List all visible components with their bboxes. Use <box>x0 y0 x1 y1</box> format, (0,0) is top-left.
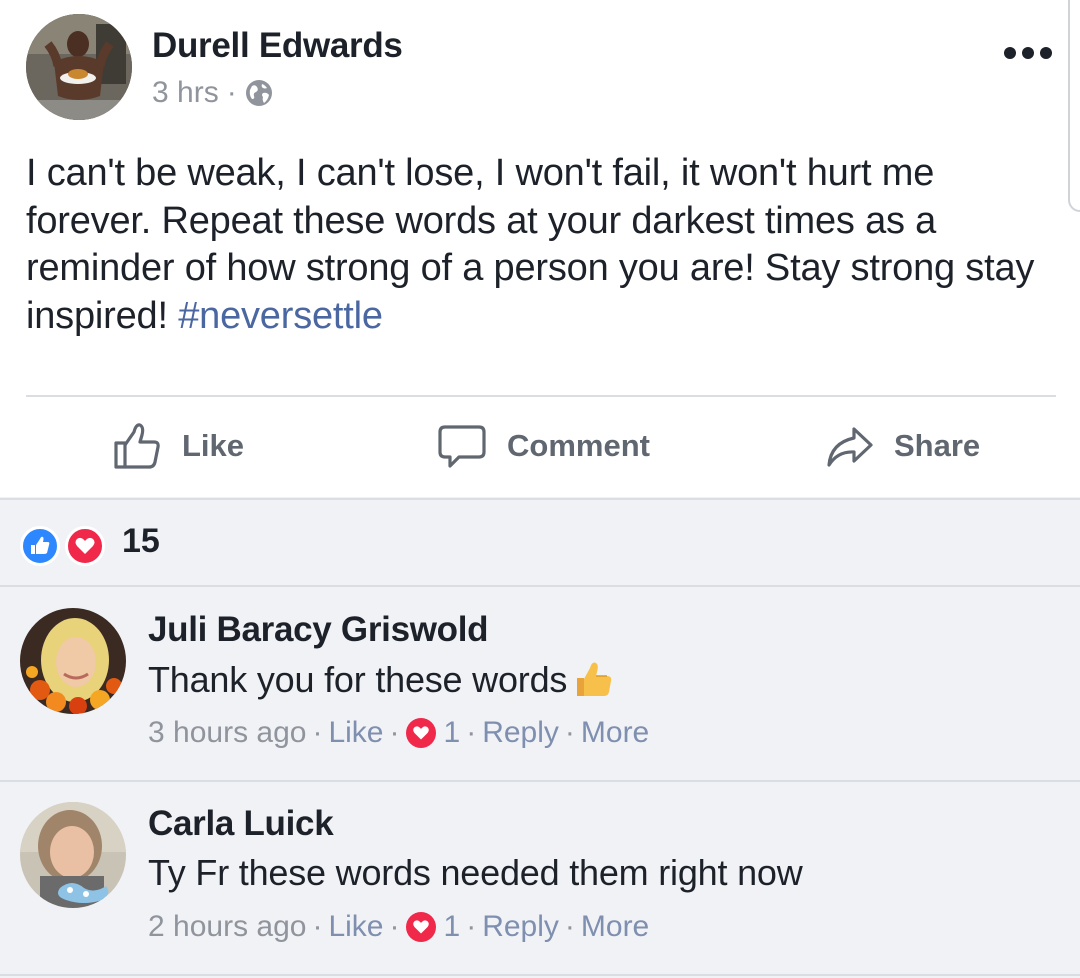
post-text: I can't be weak, I can't lose, I won't f… <box>26 150 1036 340</box>
comment-item: Juli Baracy Griswold Thank you for these… <box>0 588 1080 782</box>
comment-reaction-count[interactable]: 1 <box>444 910 461 944</box>
commenter-name[interactable]: Carla Luick <box>148 804 334 844</box>
comment-meta: 2 hours ago · Like · 1 · Reply · More <box>148 910 650 944</box>
love-reaction-icon <box>65 526 105 566</box>
comment-meta: 3 hours ago · Like · 1 · Reply · More <box>148 716 650 750</box>
comment-button[interactable]: Comment <box>437 418 650 474</box>
post-card: Durell Edwards 3 hrs · I can't be weak, … <box>0 0 1080 497</box>
comment-body: Thank you for these words <box>148 659 568 700</box>
card-edge <box>1068 0 1080 212</box>
comment-reply-link[interactable]: Reply <box>482 716 559 750</box>
author-name[interactable]: Durell Edwards <box>152 26 403 66</box>
comment-icon <box>438 425 486 468</box>
comment-reply-link[interactable]: Reply <box>482 910 559 944</box>
author-avatar[interactable] <box>26 14 132 120</box>
comment-item: Carla Luick Ty Fr these words needed the… <box>0 782 1080 976</box>
reaction-count[interactable]: 15 <box>122 522 160 561</box>
comment-like-link[interactable]: Like <box>328 910 383 944</box>
share-label: Share <box>894 428 981 463</box>
comment-more-link[interactable]: More <box>581 910 649 944</box>
commenter-name[interactable]: Juli Baracy Griswold <box>148 610 489 650</box>
hashtag-link[interactable]: #neversettle <box>178 295 383 337</box>
like-label: Like <box>182 428 245 463</box>
comment-text: Thank you for these words <box>148 658 615 702</box>
comment-time: 2 hours ago <box>148 910 307 943</box>
divider <box>26 395 1056 397</box>
more-options-icon[interactable] <box>1004 40 1052 66</box>
comment-more-link[interactable]: More <box>581 716 649 750</box>
like-button[interactable]: Like <box>112 418 244 474</box>
heart-icon <box>405 912 436 942</box>
comment-time: 3 hours ago <box>148 716 307 749</box>
commenter-avatar[interactable] <box>20 802 126 908</box>
thumbs-up-icon <box>114 423 160 469</box>
comment-like-link[interactable]: Like <box>328 716 383 750</box>
like-reaction-icon <box>20 526 60 566</box>
share-button[interactable]: Share <box>826 418 980 474</box>
comment-reaction-count[interactable]: 1 <box>444 716 461 750</box>
comment-label: Comment <box>507 428 650 463</box>
thumbs-up-emoji-icon <box>571 658 615 702</box>
share-icon <box>827 427 873 467</box>
meta-separator: · <box>226 76 237 109</box>
reactions-bar[interactable]: 15 <box>0 498 1080 587</box>
comment-text: Ty Fr these words needed them right now <box>148 852 803 894</box>
post-meta: 3 hrs · <box>152 76 273 110</box>
post-time[interactable]: 3 hrs <box>152 76 219 110</box>
comment-body: Ty Fr these words needed them right now <box>148 852 803 893</box>
commenter-avatar[interactable] <box>20 608 126 714</box>
globe-icon <box>245 79 273 107</box>
heart-icon <box>405 718 436 748</box>
